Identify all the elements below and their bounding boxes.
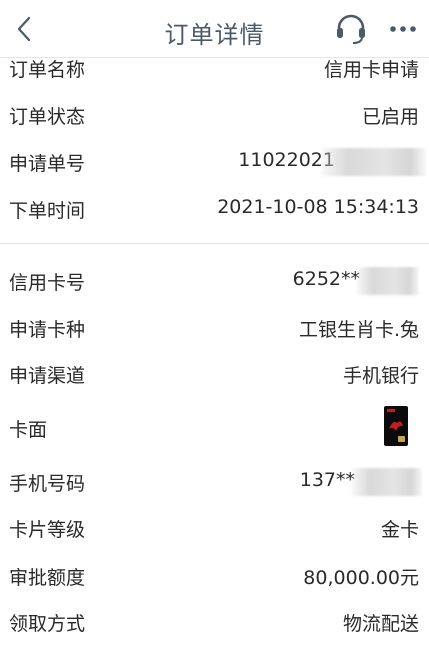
order-number-row: 申请单号 11022021	[0, 140, 429, 184]
card-face-label: 卡面	[9, 419, 48, 441]
credit-limit-label: 审批额度	[9, 567, 86, 589]
card-chip-icon	[398, 436, 405, 442]
pickup-value: 物流配送	[342, 613, 419, 635]
more-dots-icon[interactable]	[388, 16, 418, 42]
pickup-row: 领取方式 物流配送	[0, 600, 429, 644]
section-divider	[0, 243, 429, 244]
bank-logo-icon	[387, 409, 395, 412]
card-type-label: 申请卡种	[9, 319, 86, 341]
card-level-value: 金卡	[380, 519, 419, 541]
pickup-label: 领取方式	[9, 613, 86, 635]
card-number-value: 6252**	[292, 268, 360, 290]
order-time-label: 下单时间	[9, 200, 86, 222]
headset-icon[interactable]	[334, 12, 368, 46]
channel-value: 手机银行	[342, 365, 419, 387]
phone-value: 137**	[299, 469, 355, 491]
order-name-label: 订单名称	[9, 59, 86, 81]
order-number-value: 11022021	[238, 149, 335, 171]
card-number-row: 信用卡号 6252**	[0, 259, 429, 303]
order-status-label: 订单状态	[9, 106, 86, 128]
credit-limit-row: 审批额度 80,000.00元	[0, 554, 429, 598]
card-number-label: 信用卡号	[9, 272, 86, 294]
order-time-row: 下单时间 2021-10-08 15:34:13	[0, 187, 429, 231]
card-level-label: 卡片等级	[9, 519, 86, 541]
card-face-row: 卡面	[0, 406, 429, 450]
redaction-mask	[357, 267, 419, 295]
phone-row: 手机号码 137**	[0, 460, 429, 504]
order-name-value: 信用卡申请	[323, 59, 419, 81]
card-type-row: 申请卡种 工银生肖卡.兔	[0, 306, 429, 350]
order-status-value: 已启用	[361, 106, 419, 128]
phone-label: 手机号码	[9, 473, 86, 495]
credit-limit-value: 80,000.00元	[303, 567, 419, 589]
order-number-label: 申请单号	[9, 153, 86, 175]
order-time-value: 2021-10-08 15:34:13	[217, 196, 419, 218]
channel-label: 申请渠道	[9, 365, 86, 387]
card-type-value: 工银生肖卡.兔	[298, 319, 419, 341]
order-status-row: 订单状态 已启用	[0, 93, 429, 137]
order-name-row: 订单名称 信用卡申请	[0, 46, 429, 90]
redaction-mask	[322, 148, 426, 176]
redaction-mask	[352, 468, 422, 496]
channel-row: 申请渠道 手机银行	[0, 352, 429, 396]
card-level-row: 卡片等级 金卡	[0, 506, 429, 550]
card-face-image[interactable]	[384, 406, 408, 446]
zodiac-rabbit-icon	[389, 421, 403, 431]
